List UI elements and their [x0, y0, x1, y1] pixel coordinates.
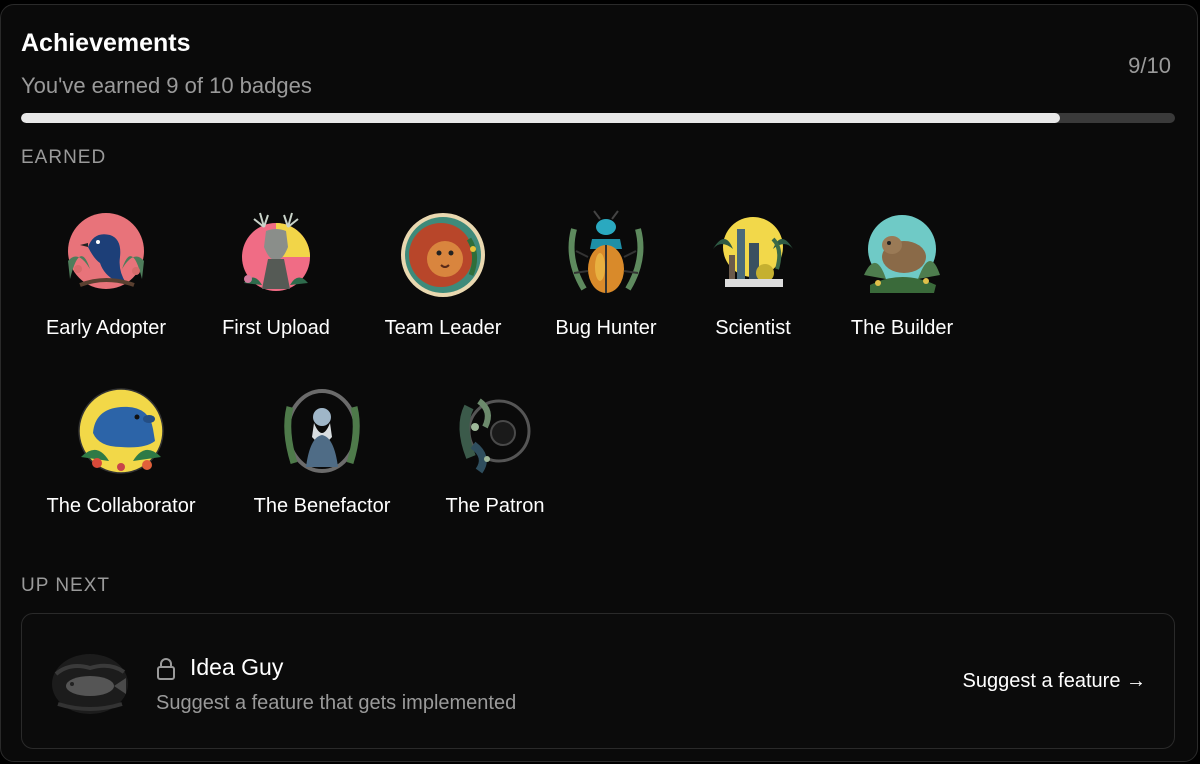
lion-icon [401, 213, 485, 297]
badge-team-leader[interactable]: Team Leader [373, 209, 513, 340]
badge-label: The Collaborator [46, 495, 196, 517]
badge-the-collaborator[interactable]: The Collaborator [31, 387, 211, 518]
badge-the-benefactor[interactable]: The Benefactor [241, 387, 403, 518]
suggest-feature-link[interactable]: Suggest a feature → [963, 670, 1146, 693]
badge-first-upload[interactable]: First Upload [211, 209, 341, 340]
lock-icon [157, 658, 175, 680]
badge-label: Scientist [715, 317, 791, 339]
fish-icon [52, 654, 128, 714]
achievements-panel: Achievements You've earned 9 of 10 badge… [0, 4, 1198, 762]
badge-scientist[interactable]: Scientist [697, 209, 809, 340]
progress-fill [21, 113, 1060, 123]
beetle-icon [568, 210, 644, 293]
progress-bar [21, 113, 1175, 123]
badge-label: First Upload [222, 317, 330, 339]
beaver-icon [864, 215, 940, 293]
up-next-section-label: UP NEXT [21, 575, 111, 596]
foliage-wreath-icon [459, 398, 531, 474]
next-badge-description: Suggest a feature that gets implemented [156, 692, 517, 714]
badge-label: Bug Hunter [555, 317, 657, 339]
badge-the-builder[interactable]: The Builder [839, 209, 965, 340]
page-title: Achievements [21, 29, 191, 57]
badge-label: The Benefactor [253, 495, 391, 517]
page-subtitle: You've earned 9 of 10 badges [21, 73, 312, 98]
crow-icon [68, 213, 144, 289]
badge-label: Team Leader [384, 317, 502, 339]
badge-early-adopter[interactable]: Early Adopter [31, 209, 181, 340]
earned-section-label: EARNED [21, 147, 107, 168]
lab-flasks-icon [713, 217, 793, 287]
next-badge-name: Idea Guy [190, 654, 284, 680]
badge-label: The Patron [445, 495, 545, 517]
badge-bug-hunter[interactable]: Bug Hunter [543, 209, 669, 340]
badge-count: 9/10 [1128, 53, 1171, 78]
badge-the-patron[interactable]: The Patron [433, 387, 557, 518]
badge-label: The Builder [850, 317, 954, 339]
bearded-man-portrait-icon [284, 389, 360, 473]
capybara-icon [78, 388, 164, 474]
badge-label: Early Adopter [45, 317, 167, 339]
stag-icon [242, 212, 310, 291]
next-badge-card: Idea Guy Suggest a feature that gets imp… [21, 613, 1175, 749]
